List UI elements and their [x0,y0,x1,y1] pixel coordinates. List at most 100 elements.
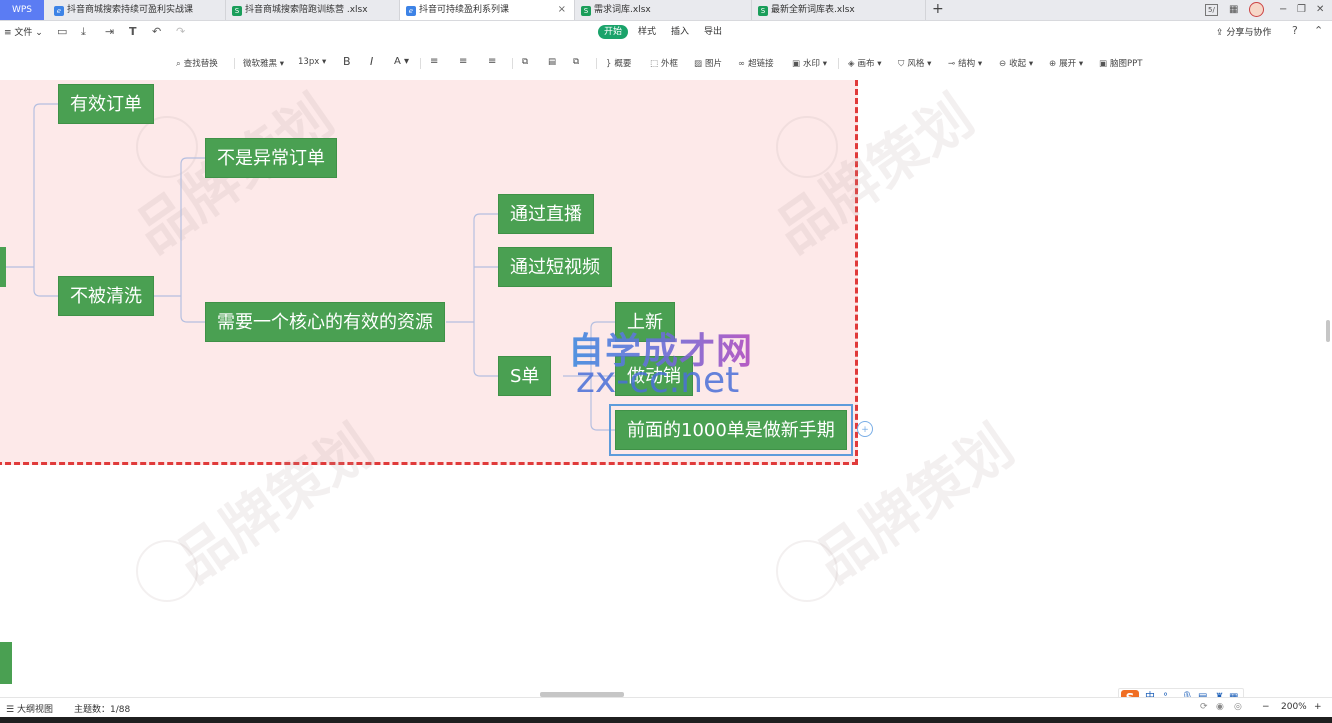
tab-label: 抖音商城搜索持续可盈利实战课 [67,5,194,15]
menu-row: ≡ 文件 ⌄ ▭ ⤓ ⇥ T ↶ ↷ 开始 样式 插入 导出 ⇪ 分享与协作 ?… [0,21,1332,43]
undo-icon[interactable]: ↶ [152,25,161,38]
redo-icon[interactable]: ↷ [176,25,185,38]
italic-button[interactable]: I [370,55,373,68]
hyperlink-button[interactable]: ∞ 超链接 [738,57,774,69]
restore-button[interactable]: ❐ [1297,2,1306,18]
site-watermark-url: zx-cc.net [576,360,740,401]
node-via-short-video[interactable]: 通过短视频 [498,247,612,287]
watermark-seal-icon [136,540,198,602]
topic-count: 主题数：1/88 [74,705,131,715]
spreadsheet-file-icon: S [758,6,768,16]
node-not-washed[interactable]: 不被清洗 [58,276,154,316]
root-node-partial[interactable] [0,247,6,287]
divider [512,58,513,69]
spreadsheet-file-icon: S [232,6,242,16]
hyperlink-label: 超链接 [748,59,774,69]
download-icon[interactable]: ⤓ [81,25,86,39]
outline-icon: ☰ [6,705,17,715]
save-icon[interactable]: ▭ [57,25,67,38]
help-icon[interactable]: ? [1292,24,1298,37]
font-color-button[interactable]: A ▾ [394,56,409,67]
image-button[interactable]: ▨ 图片 [694,57,722,69]
tab-label: 抖音可持续盈利系列课 [419,5,510,15]
collapse-button[interactable]: ⊖ 收起 ▾ [999,57,1033,69]
divider [596,58,597,69]
sibling-topic-icon[interactable]: ▤ [548,57,556,67]
collapse-label: 收起 [1009,59,1027,69]
connector-line [33,289,58,297]
font-color-label: A [394,56,401,67]
canvas-button[interactable]: ◈ 画布 ▾ [848,57,882,69]
tab-5[interactable]: S 最新全新词库表.xlsx [752,0,926,20]
tab-4[interactable]: S 需求词库.xlsx [575,0,752,20]
structure-button[interactable]: ⊸ 结构 ▾ [948,57,982,69]
expand-icon: ⊕ [1049,59,1057,69]
mind-ppt-button[interactable]: ▣ 脑图PPT [1099,57,1142,69]
mindmap-canvas[interactable]: 品牌策划 品牌策划 品牌策划 品牌策划 有效订单 [0,80,1332,697]
export-icon[interactable]: ⇥ [105,25,114,38]
divider [838,58,839,69]
node-core-resource[interactable]: 需要一个核心的有效的资源 [205,302,445,342]
find-replace-label: 查找替换 [183,59,218,69]
tab-start[interactable]: 开始 [598,25,629,39]
zoom-level[interactable]: 200% [1281,702,1307,712]
fit-view-icon[interactable]: ⟳ [1200,702,1208,712]
node-effective-order[interactable]: 有效订单 [58,84,154,124]
collapse-ribbon-icon[interactable]: ⌃ [1314,24,1323,37]
style-label: 风格 [907,59,925,69]
outline-frame-button[interactable]: ⬚ 外框 [650,57,678,69]
layout-switch-icon[interactable]: 5/ [1205,4,1218,16]
parent-topic-icon[interactable]: ⧉ [573,57,579,67]
image-label: 图片 [705,59,723,69]
taskbar-strip [0,717,1332,723]
tab-export[interactable]: 导出 [698,25,728,39]
share-label: 分享与协作 [1226,28,1272,38]
tab-style[interactable]: 样式 [632,25,662,39]
ppt-icon: ▣ [1099,59,1108,69]
status-bar: ☰ 大纲视图 主题数：1/88 ⟳ ◉ ◎ − 200% + [0,697,1332,718]
add-child-handle-icon[interactable]: + [857,421,873,437]
bold-button[interactable]: B [343,55,351,68]
font-family-select[interactable]: 微软雅黑 ▾ [243,57,284,69]
vertical-scrollbar[interactable] [1326,320,1330,342]
tab-1[interactable]: ℯ 抖音商城搜索持续可盈利实战课 [48,0,226,20]
zoom-in-button[interactable]: + [1314,702,1322,712]
align-left-icon[interactable]: ≡ [430,56,438,67]
avatar[interactable] [1249,2,1264,17]
find-replace-button[interactable]: ⌕ 查找替换 [176,57,218,69]
tab-2[interactable]: S 抖音商城搜索陪跑训练营 .xlsx [226,0,400,20]
child-topic-icon[interactable]: ⧉ [522,57,528,67]
outline-view-button[interactable]: ☰ 大纲视图 [6,702,53,715]
node-via-live[interactable]: 通过直播 [498,194,594,234]
file-menu[interactable]: ≡ 文件 ⌄ [4,25,43,38]
tab-label: 需求词库.xlsx [594,5,651,15]
tab-3-active[interactable]: ℯ 抖音可持续盈利系列课 × [400,0,575,20]
format-painter-icon[interactable]: T [129,25,137,38]
close-window-button[interactable]: ✕ [1316,2,1324,18]
node-not-abnormal[interactable]: 不是异常订单 [205,138,337,178]
close-tab-icon[interactable]: × [558,0,566,20]
align-right-icon[interactable]: ≡ [488,56,496,67]
grid-apps-icon[interactable]: ▦ [1229,2,1238,18]
mindmap-file-icon: ℯ [54,6,64,16]
offscreen-node-partial[interactable] [0,642,12,684]
share-button[interactable]: ⇪ 分享与协作 [1216,25,1271,38]
summary-button[interactable]: } 概要 [606,57,631,69]
font-size-select[interactable]: 13px ▾ [298,57,326,67]
eye-icon[interactable]: ◉ [1216,702,1224,712]
tab-bar: WPS ℯ 抖音商城搜索持续可盈利实战课 S 抖音商城搜索陪跑训练营 .xlsx ℯ… [0,0,1332,21]
new-tab-button[interactable]: + [932,0,944,19]
style-button[interactable]: ⛉ 风格 ▾ [898,57,931,69]
node-first-1000-selected[interactable]: 前面的1000单是做新手期 [609,404,853,456]
wps-logo[interactable]: WPS [0,0,44,20]
minimize-button[interactable]: − [1279,2,1287,18]
watermark-button[interactable]: ▣ 水印 ▾ [792,57,827,69]
align-center-icon[interactable]: ≡ [459,56,467,67]
tab-insert[interactable]: 插入 [665,25,695,39]
expand-button[interactable]: ⊕ 展开 ▾ [1049,57,1083,69]
locate-icon[interactable]: ◎ [1234,702,1242,712]
divider [420,58,421,69]
zoom-out-button[interactable]: − [1262,702,1270,712]
find-replace-icon: ⌕ [176,59,181,69]
node-s-order[interactable]: S单 [498,356,552,396]
